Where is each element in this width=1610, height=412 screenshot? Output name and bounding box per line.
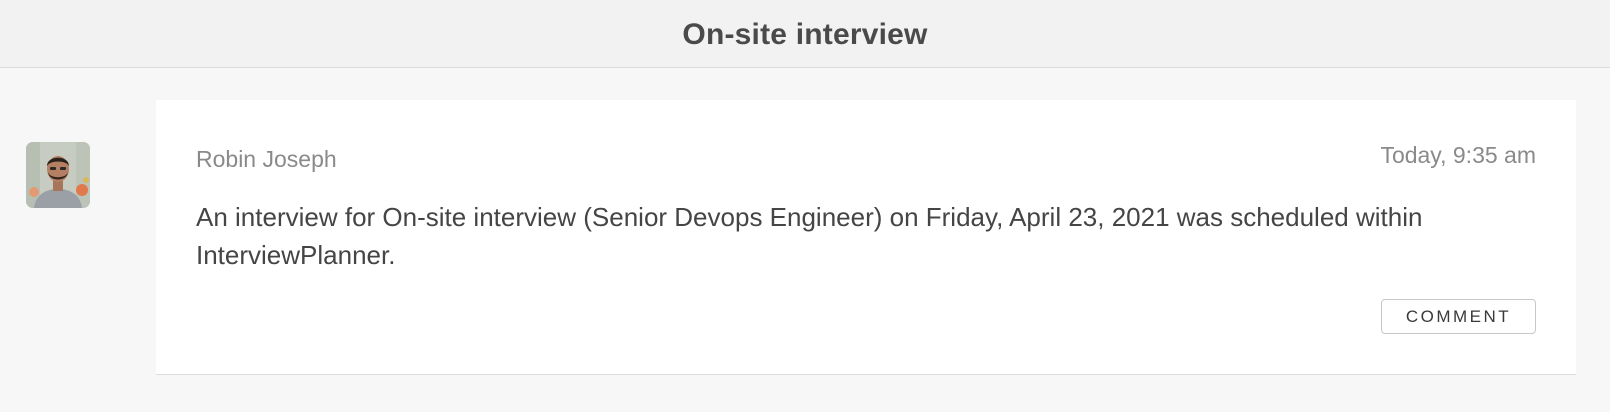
section-title: On-site interview bbox=[682, 18, 928, 51]
section-header: On-site interview bbox=[0, 0, 1610, 68]
avatar-photo-icon bbox=[26, 142, 90, 208]
author-name[interactable]: Robin Joseph bbox=[196, 146, 337, 173]
activity-message: An interview for On-site interview (Seni… bbox=[196, 202, 1423, 270]
activity-timestamp: Today, 9:35 am bbox=[1380, 142, 1536, 168]
comment-button[interactable]: COMMENT bbox=[1381, 299, 1536, 334]
activity-card: Robin Joseph Today, 9:35 am An interview… bbox=[156, 100, 1576, 375]
avatar[interactable] bbox=[26, 142, 90, 208]
